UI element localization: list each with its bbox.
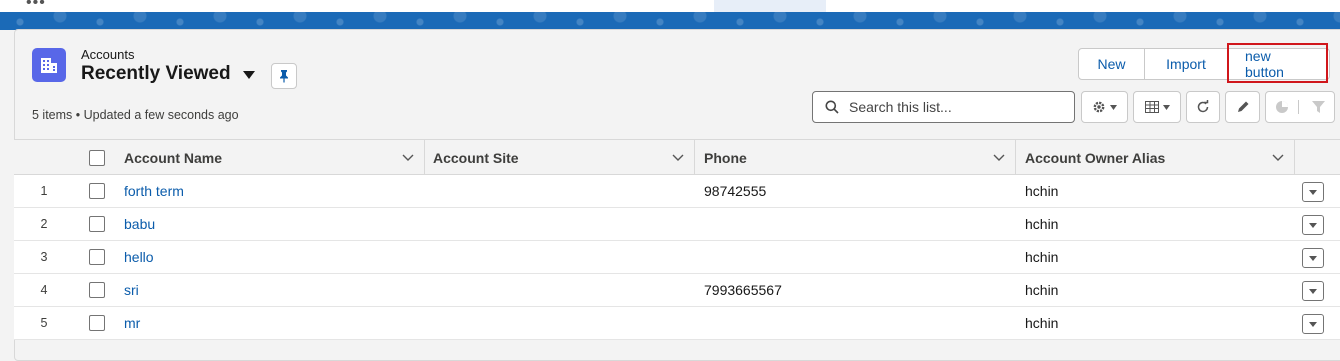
search-box[interactable]	[812, 91, 1075, 123]
table-row: 4 sri 7993665567 hchin	[14, 274, 1340, 307]
column-header-label: Account Name	[124, 149, 223, 166]
row-select-cell	[89, 274, 105, 306]
column-header-owner-alias[interactable]: Account Owner Alias	[1025, 140, 1295, 175]
account-name-link[interactable]: hello	[124, 241, 154, 273]
account-name-link[interactable]: babu	[124, 208, 155, 240]
column-header-label: Account Owner Alias	[1025, 149, 1166, 166]
row-actions-button[interactable]	[1302, 248, 1324, 268]
highlight-box	[1227, 43, 1328, 83]
row-actions-button[interactable]	[1302, 314, 1324, 334]
account-name-link[interactable]: forth term	[124, 175, 184, 207]
row-actions-button[interactable]	[1302, 281, 1324, 301]
row-number: 2	[40, 217, 48, 231]
active-tab-highlight	[714, 0, 826, 12]
caret-down-icon	[1309, 189, 1317, 195]
search-icon	[825, 100, 839, 114]
list-view-picker[interactable]: Recently Viewed	[81, 63, 255, 85]
caret-down-icon	[1309, 255, 1317, 261]
chevron-down-icon[interactable]	[402, 151, 414, 163]
select-all-checkbox[interactable]	[89, 149, 105, 166]
row-select-cell	[89, 208, 105, 240]
row-select-cell	[89, 241, 105, 273]
column-header-label: Account Site	[433, 149, 519, 166]
row-number: 4	[40, 283, 48, 297]
header-banner	[0, 12, 1340, 30]
list-view-title: Recently Viewed	[81, 63, 231, 84]
row-select-cell	[89, 175, 105, 207]
list-status: 5 items • Updated a few seconds ago	[32, 108, 239, 122]
display-as-button[interactable]	[1133, 91, 1181, 123]
row-actions-button[interactable]	[1302, 182, 1324, 202]
owner-alias-cell: hchin	[1025, 183, 1059, 199]
building-icon	[32, 48, 66, 82]
row-actions-button[interactable]	[1302, 215, 1324, 235]
row-checkbox[interactable]	[89, 282, 105, 298]
chart-filter-group	[1265, 91, 1335, 123]
account-name-link[interactable]: mr	[124, 307, 140, 339]
top-strip: •••	[0, 0, 1340, 12]
list-settings-button[interactable]	[1081, 91, 1128, 123]
owner-alias-cell: hchin	[1025, 216, 1059, 232]
row-number: 1	[40, 184, 48, 198]
row-number: 3	[40, 250, 48, 264]
chevron-down-icon[interactable]	[1272, 151, 1284, 163]
column-header-account-site[interactable]: Account Site	[433, 140, 695, 175]
filter-icon	[1311, 100, 1325, 113]
row-checkbox[interactable]	[89, 216, 105, 232]
owner-alias-cell: hchin	[1025, 249, 1059, 265]
select-all-cell	[89, 140, 109, 175]
refresh-icon	[1197, 100, 1209, 113]
column-header-account-name[interactable]: Account Name	[124, 140, 425, 175]
pencil-icon	[1237, 101, 1248, 112]
caret-down-icon	[1110, 104, 1117, 110]
pie-chart-icon	[1275, 101, 1288, 113]
column-header-label: Phone	[704, 149, 747, 166]
filter-button[interactable]	[1303, 100, 1335, 114]
row-number: 5	[40, 316, 48, 330]
pin-button[interactable]	[271, 63, 297, 89]
caret-down-icon	[1309, 321, 1317, 327]
phone-cell: 7993665567	[704, 282, 782, 298]
table-row: 2 babu hchin	[14, 208, 1340, 241]
search-input[interactable]	[847, 98, 1061, 116]
phone-cell: 98742555	[704, 183, 767, 199]
row-checkbox[interactable]	[89, 183, 105, 199]
gear-icon	[1093, 101, 1105, 113]
caret-down-icon	[1309, 288, 1317, 294]
chevron-down-icon[interactable]	[993, 151, 1005, 163]
owner-alias-cell: hchin	[1025, 282, 1059, 298]
row-checkbox[interactable]	[89, 315, 105, 331]
caret-down-icon	[242, 71, 255, 79]
table-header: Account Name Account Site Phone Account …	[14, 139, 1340, 175]
chevron-down-icon[interactable]	[672, 151, 684, 163]
table-icon	[1144, 101, 1159, 113]
app-launcher-icon[interactable]: •••	[26, 0, 46, 12]
import-button[interactable]: Import	[1144, 48, 1228, 80]
owner-alias-cell: hchin	[1025, 315, 1059, 331]
column-header-phone[interactable]: Phone	[704, 140, 1016, 175]
object-name: Accounts	[81, 47, 135, 62]
refresh-button[interactable]	[1186, 91, 1220, 123]
table-row: 1 forth term 98742555 hchin	[14, 175, 1340, 208]
row-checkbox[interactable]	[89, 249, 105, 265]
row-select-cell	[89, 307, 105, 339]
new-button[interactable]: New	[1078, 48, 1145, 80]
caret-down-icon	[1162, 104, 1170, 110]
table-row: 3 hello hchin	[14, 241, 1340, 274]
accounts-table: Account Name Account Site Phone Account …	[14, 139, 1340, 340]
account-name-link[interactable]: sri	[124, 274, 139, 306]
table-row: 5 mr hchin	[14, 307, 1340, 340]
edit-list-button[interactable]	[1225, 91, 1260, 123]
pin-icon	[280, 70, 288, 83]
caret-down-icon	[1309, 222, 1317, 228]
chart-button[interactable]	[1266, 100, 1299, 114]
